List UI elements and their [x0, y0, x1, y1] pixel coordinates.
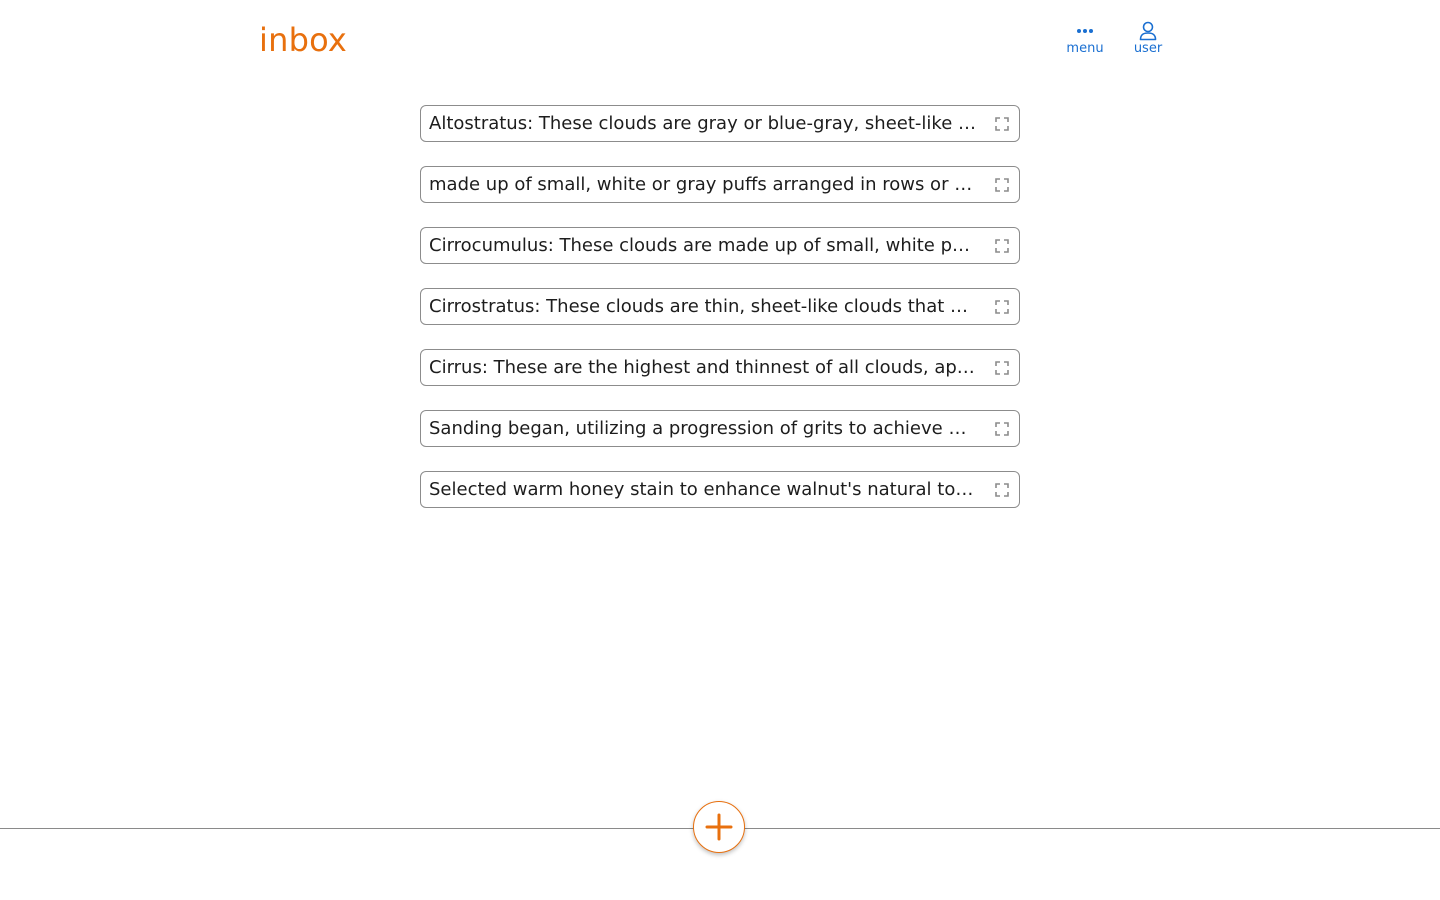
expand-icon[interactable] [995, 483, 1009, 497]
expand-icon[interactable] [995, 117, 1009, 131]
expand-icon[interactable] [995, 178, 1009, 192]
list-item[interactable]: made up of small, white or gray puffs ar… [420, 166, 1020, 203]
list-item[interactable]: Cirrus: These are the highest and thinne… [420, 349, 1020, 386]
note-text: Altostratus: These clouds are gray or bl… [429, 113, 977, 134]
menu-button[interactable]: menu [1062, 20, 1108, 56]
list-item[interactable]: Cirrostratus: These clouds are thin, she… [420, 288, 1020, 325]
header: inbox menu user [0, 0, 1440, 80]
plus-icon [705, 813, 733, 841]
list-item[interactable]: Cirrocumulus: These clouds are made up o… [420, 227, 1020, 264]
user-icon [1139, 20, 1157, 42]
add-note-button[interactable] [693, 801, 745, 853]
list-item[interactable]: Altostratus: These clouds are gray or bl… [420, 105, 1020, 142]
ellipsis-icon [1076, 20, 1094, 42]
note-text: Cirrus: These are the highest and thinne… [429, 357, 977, 378]
list-item[interactable]: Selected warm honey stain to enhance wal… [420, 471, 1020, 508]
note-text: Cirrostratus: These clouds are thin, she… [429, 296, 977, 317]
expand-icon[interactable] [995, 422, 1009, 436]
note-text: Selected warm honey stain to enhance wal… [429, 479, 977, 500]
note-text: Sanding began, utilizing a progression o… [429, 418, 977, 439]
expand-icon[interactable] [995, 300, 1009, 314]
notes-list: Altostratus: These clouds are gray or bl… [420, 105, 1020, 532]
expand-icon[interactable] [995, 239, 1009, 253]
user-button[interactable]: user [1128, 20, 1168, 56]
expand-icon[interactable] [995, 361, 1009, 375]
list-item[interactable]: Sanding began, utilizing a progression o… [420, 410, 1020, 447]
note-text: Cirrocumulus: These clouds are made up o… [429, 235, 977, 256]
user-label: user [1133, 41, 1163, 56]
menu-label: menu [1066, 41, 1104, 56]
note-text: made up of small, white or gray puffs ar… [429, 174, 977, 195]
app-title: inbox [259, 21, 348, 59]
